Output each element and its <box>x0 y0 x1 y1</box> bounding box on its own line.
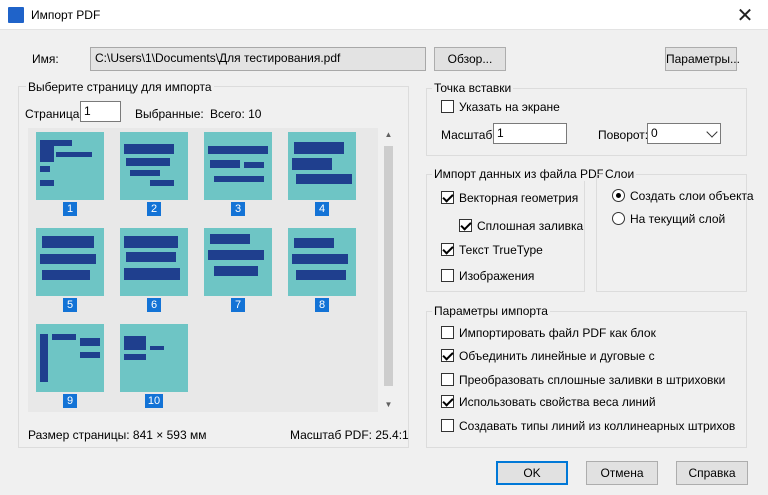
page-select-legend: Выберите страницу для импорта <box>26 80 214 94</box>
page-thumbnail[interactable] <box>204 132 272 200</box>
ok-button[interactable]: OK <box>496 461 568 485</box>
vector-geometry-label: Векторная геометрия <box>459 191 579 205</box>
lineweights-label: Использовать свойства веса линий <box>459 395 656 409</box>
title-bar: Импорт PDF ✕ <box>0 0 768 30</box>
fills-to-hatches-checkbox[interactable] <box>441 373 454 386</box>
page-thumbnail[interactable] <box>120 324 188 392</box>
page-number-label: 6 <box>147 298 161 312</box>
specify-on-screen-checkbox[interactable] <box>441 100 454 113</box>
page-number-input[interactable]: 1 <box>80 101 121 122</box>
scale-label: Масштаб: <box>441 128 496 142</box>
app-icon <box>8 7 24 23</box>
page-thumbnail[interactable] <box>120 132 188 200</box>
file-name-label: Имя: <box>32 52 59 66</box>
linetypes-label: Создавать типы линий из коллинеарных штр… <box>459 419 736 433</box>
thumbnail-list[interactable]: 1 2 3 4 5 6 7 8 9 10 <box>28 128 378 412</box>
parameters-button[interactable]: Параметры... <box>665 47 740 71</box>
vector-geometry-checkbox[interactable] <box>441 191 454 204</box>
scroll-up-icon[interactable]: ▲ <box>380 128 397 142</box>
rotation-value: 0 <box>651 126 658 140</box>
scroll-down-icon[interactable]: ▼ <box>380 398 397 412</box>
current-layer-radio[interactable] <box>612 212 625 225</box>
join-segments-label: Объединить линейные и дуговые с <box>459 349 655 363</box>
page-number-label: 2 <box>147 202 161 216</box>
import-data-legend: Импорт данных из файла PDF <box>432 167 606 181</box>
page-number-label: 8 <box>315 298 329 312</box>
fills-to-hatches-label: Преобразовать сплошные заливки в штрихов… <box>459 373 726 387</box>
images-label: Изображения <box>459 269 535 283</box>
create-object-layers-label: Создать слои объекта <box>630 189 754 203</box>
chevron-down-icon <box>706 126 718 138</box>
layers-legend: Слои <box>603 167 637 181</box>
page-number-label: 7 <box>231 298 245 312</box>
cancel-button[interactable]: Отмена <box>586 461 658 485</box>
total-pages-label: Всего: 10 <box>210 107 262 121</box>
lineweights-checkbox[interactable] <box>441 395 454 408</box>
file-path-field: C:\Users\1\Documents\Для тестирования.pd… <box>90 47 426 71</box>
import-as-block-checkbox[interactable] <box>441 326 454 339</box>
rotation-select[interactable]: 0 <box>647 123 721 144</box>
thumbnail-scrollbar[interactable]: ▲ ▼ <box>380 128 397 412</box>
pdf-scale-label: Масштаб PDF: 25.4:1 <box>290 428 409 442</box>
truetype-text-label: Текст TrueType <box>459 243 543 257</box>
page-thumbnail[interactable] <box>288 132 356 200</box>
current-layer-label: На текущий слой <box>630 212 726 226</box>
solid-fill-checkbox[interactable] <box>459 219 472 232</box>
page-thumbnail[interactable] <box>288 228 356 296</box>
solid-fill-label: Сплошная заливка <box>477 219 584 233</box>
rotation-label: Поворот: <box>598 128 649 142</box>
create-object-layers-radio[interactable] <box>612 189 625 202</box>
page-thumbnail[interactable] <box>36 228 104 296</box>
page-size-label: Размер страницы: 841 × 593 мм <box>28 428 207 442</box>
import-as-block-label: Импортировать файл PDF как блок <box>459 326 656 340</box>
close-icon[interactable]: ✕ <box>722 0 768 30</box>
page-number-label: 5 <box>63 298 77 312</box>
join-segments-checkbox[interactable] <box>441 349 454 362</box>
page-thumbnail[interactable] <box>204 228 272 296</box>
insertion-point-group <box>426 88 747 156</box>
page-number-label: 9 <box>63 394 77 408</box>
insertion-point-legend: Точка вставки <box>432 81 514 95</box>
specify-on-screen-label: Указать на экране <box>459 100 560 114</box>
images-checkbox[interactable] <box>441 269 454 282</box>
linetypes-checkbox[interactable] <box>441 419 454 432</box>
scroll-thumb[interactable] <box>384 146 393 386</box>
truetype-text-checkbox[interactable] <box>441 243 454 256</box>
window-title: Импорт PDF <box>31 8 101 22</box>
page-number-label: 1 <box>63 202 77 216</box>
page-thumbnail[interactable] <box>120 228 188 296</box>
help-button[interactable]: Справка <box>676 461 748 485</box>
page-label: Страница: <box>25 107 83 121</box>
page-number-label: 3 <box>231 202 245 216</box>
page-number-label: 4 <box>315 202 329 216</box>
import-options-legend: Параметры импорта <box>432 304 550 318</box>
page-number-label: 10 <box>145 394 163 408</box>
selected-label: Выбранные: <box>135 107 204 121</box>
browse-button[interactable]: Обзор... <box>434 47 506 71</box>
page-thumbnail[interactable] <box>36 324 104 392</box>
page-thumbnail[interactable] <box>36 132 104 200</box>
scale-input[interactable]: 1 <box>493 123 567 144</box>
